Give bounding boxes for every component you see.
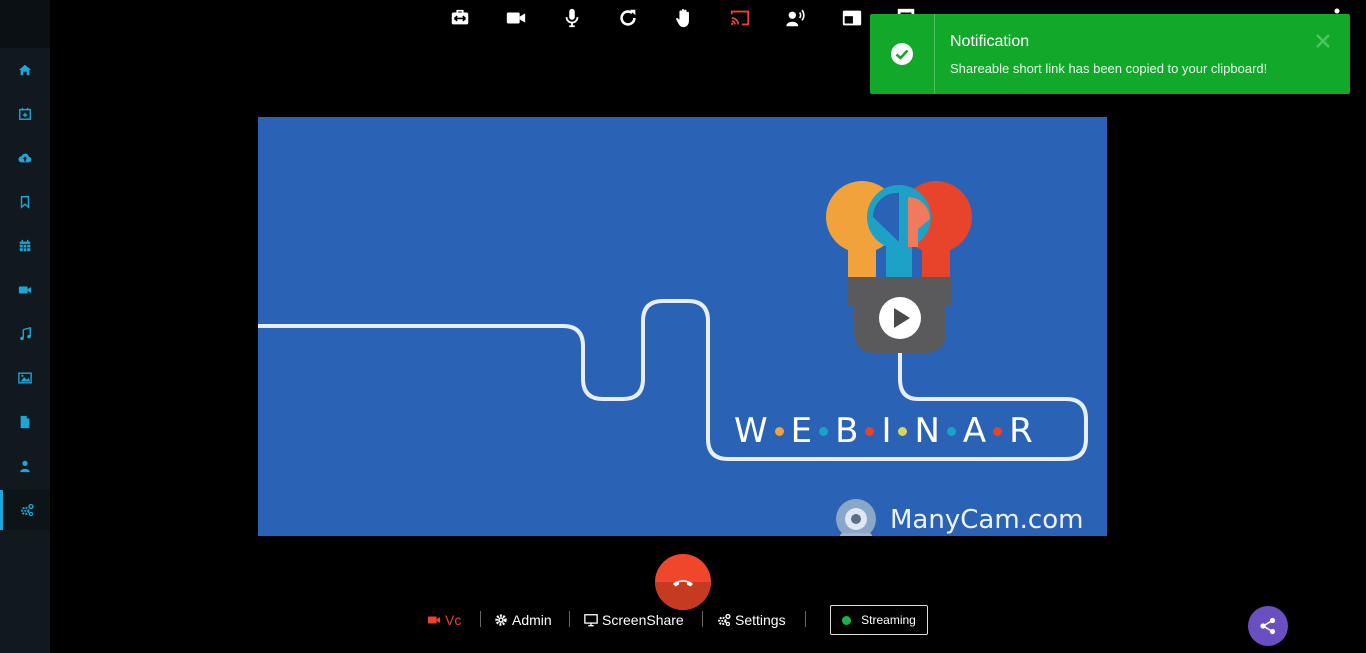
cogs-icon (718, 613, 731, 627)
toast-icon-area (870, 14, 935, 94)
sidebar (0, 0, 50, 653)
sidebar-item-settings[interactable] (0, 490, 50, 530)
close-icon[interactable] (1314, 32, 1332, 50)
raise-hand-icon (676, 9, 689, 28)
file-icon (20, 415, 30, 429)
video-stream: WEBINAR ManyCam.com (258, 117, 1107, 536)
home-icon (18, 64, 32, 76)
sidebar-item-bookmark[interactable] (0, 182, 50, 222)
settings-label: Settings (735, 612, 786, 628)
webinar-dot (865, 426, 875, 436)
refresh-icon (620, 9, 636, 26)
sidebar-item-calendar[interactable] (0, 226, 50, 266)
webinar-letter: A (962, 411, 987, 451)
webinar-letter: E (790, 411, 813, 451)
swap-layout-button[interactable] (446, 4, 474, 32)
video-camera-icon (18, 286, 32, 294)
swap-layout-icon (451, 9, 469, 25)
divider (480, 611, 481, 627)
microphone-icon (565, 8, 579, 28)
streaming-label: Streaming (861, 613, 916, 627)
admin-label: Admin (512, 612, 552, 628)
divider (805, 611, 806, 627)
video-camera-icon (506, 12, 526, 24)
webinar-dot (946, 426, 956, 436)
webinar-letter: B (835, 411, 859, 451)
watermark-text: ManyCam.com (890, 505, 1084, 535)
share-icon (1260, 617, 1276, 635)
sidebar-item-home[interactable] (0, 50, 50, 90)
end-call-button[interactable] (655, 554, 711, 610)
notification-title: Notification (950, 33, 1030, 50)
user-icon (20, 460, 30, 473)
refresh-button[interactable] (614, 4, 642, 32)
monitor-icon (584, 614, 598, 627)
video-camera-icon (427, 616, 441, 624)
sidebar-item-files[interactable] (0, 402, 50, 442)
mic-toggle-button[interactable] (558, 4, 586, 32)
admin-button[interactable]: Admin (494, 611, 552, 629)
cast-icon (730, 10, 750, 26)
webinar-title: WEBINAR (734, 411, 1033, 451)
check-circle-icon (891, 43, 913, 65)
webinar-dot (993, 426, 1003, 436)
vc-label: Vc (445, 612, 462, 628)
cogs-icon (20, 503, 34, 517)
webinar-letter: I (881, 411, 892, 451)
webinar-dot (774, 426, 784, 436)
divider (569, 611, 570, 627)
webinar-graphic (258, 181, 1088, 536)
calendar-icon (19, 239, 31, 252)
vc-button[interactable]: Vc (427, 611, 461, 629)
divider (702, 611, 703, 627)
webinar-letter: R (1009, 411, 1033, 451)
sidebar-item-music[interactable] (0, 314, 50, 354)
pip-button[interactable] (838, 4, 866, 32)
speaker-button[interactable] (782, 4, 810, 32)
settings-button[interactable]: Settings (717, 611, 786, 629)
sidebar-item-upload[interactable] (0, 138, 50, 178)
music-icon (20, 327, 31, 341)
notification-toast: Notification Shareable short link has be… (870, 14, 1350, 94)
screenshare-label: ScreenShare (602, 612, 684, 628)
screenshare-button[interactable]: ScreenShare (584, 611, 684, 629)
image-icon (18, 372, 32, 384)
video-call-app: Notification Shareable short link has be… (0, 0, 1366, 653)
share-button[interactable] (1248, 606, 1288, 646)
bookmark-icon (20, 196, 30, 209)
cast-button[interactable] (726, 4, 754, 32)
webinar-letter: N (914, 411, 940, 451)
sidebar-header (0, 0, 50, 48)
calendar-plus-icon (19, 107, 31, 120)
webinar-letter: W (734, 411, 768, 451)
streaming-button[interactable]: Streaming (830, 605, 928, 635)
hang-up-phone-icon (673, 580, 693, 587)
streaming-status-dot (842, 615, 852, 625)
webinar-dot (898, 426, 908, 436)
pip-icon (842, 10, 862, 26)
sidebar-item-schedule[interactable] (0, 94, 50, 134)
speaker-icon (786, 9, 805, 27)
camera-toggle-button[interactable] (502, 4, 530, 32)
webinar-dot (819, 426, 829, 436)
notification-message: Shareable short link has been copied to … (950, 61, 1268, 76)
sidebar-item-video[interactable] (0, 270, 50, 310)
raise-hand-button[interactable] (670, 4, 698, 32)
cloud-upload-icon (18, 153, 32, 163)
sidebar-item-images[interactable] (0, 358, 50, 398)
gear-icon (495, 614, 507, 626)
sidebar-item-users[interactable] (0, 446, 50, 486)
